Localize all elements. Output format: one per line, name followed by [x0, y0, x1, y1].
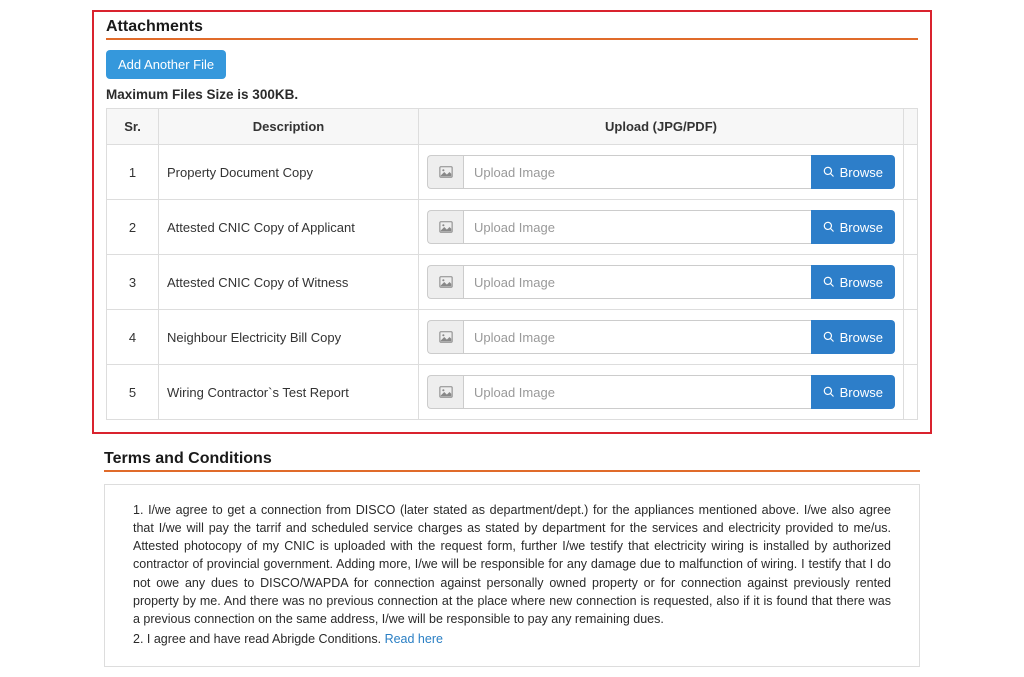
th-sr: Sr.	[107, 109, 159, 145]
browse-button[interactable]: Browse	[811, 265, 895, 299]
search-icon	[823, 331, 835, 343]
cell-sr: 3	[107, 255, 159, 310]
add-another-file-button[interactable]: Add Another File	[106, 50, 226, 79]
cell-description: Property Document Copy	[159, 145, 419, 200]
search-icon	[823, 166, 835, 178]
cell-tail	[904, 145, 918, 200]
terms-title: Terms and Conditions	[104, 450, 920, 472]
image-icon	[427, 210, 463, 244]
table-row: 5 Wiring Contractor`s Test Report Browse	[107, 365, 918, 420]
th-tail	[904, 109, 918, 145]
attachments-table: Sr. Description Upload (JPG/PDF) 1 Prope…	[106, 108, 918, 420]
cell-tail	[904, 365, 918, 420]
browse-button[interactable]: Browse	[811, 375, 895, 409]
cell-tail	[904, 310, 918, 365]
th-description: Description	[159, 109, 419, 145]
cell-upload: Browse	[419, 145, 904, 200]
search-icon	[823, 221, 835, 233]
read-here-link[interactable]: Read here	[385, 632, 443, 646]
image-icon	[427, 320, 463, 354]
cell-description: Attested CNIC Copy of Applicant	[159, 200, 419, 255]
th-upload: Upload (JPG/PDF)	[419, 109, 904, 145]
image-icon	[427, 375, 463, 409]
cell-sr: 1	[107, 145, 159, 200]
cell-upload: Browse	[419, 200, 904, 255]
search-icon	[823, 386, 835, 398]
cell-description: Attested CNIC Copy of Witness	[159, 255, 419, 310]
cell-upload: Browse	[419, 255, 904, 310]
table-row: 1 Property Document Copy Browse	[107, 145, 918, 200]
cell-upload: Browse	[419, 310, 904, 365]
terms-para1: 1. I/we agree to get a connection from D…	[133, 501, 891, 628]
upload-input[interactable]	[463, 155, 811, 189]
table-row: 3 Attested CNIC Copy of Witness Browse	[107, 255, 918, 310]
cell-sr: 2	[107, 200, 159, 255]
table-row: 2 Attested CNIC Copy of Applicant Browse	[107, 200, 918, 255]
browse-button[interactable]: Browse	[811, 320, 895, 354]
upload-input[interactable]	[463, 375, 811, 409]
cell-upload: Browse	[419, 365, 904, 420]
terms-para2: 2. I agree and have read Abrigde Conditi…	[133, 630, 891, 648]
max-size-note: Maximum Files Size is 300KB.	[106, 87, 918, 102]
cell-description: Neighbour Electricity Bill Copy	[159, 310, 419, 365]
image-icon	[427, 155, 463, 189]
cell-tail	[904, 255, 918, 310]
cell-sr: 4	[107, 310, 159, 365]
browse-button[interactable]: Browse	[811, 155, 895, 189]
upload-input[interactable]	[463, 265, 811, 299]
table-row: 4 Neighbour Electricity Bill Copy Browse	[107, 310, 918, 365]
cell-description: Wiring Contractor`s Test Report	[159, 365, 419, 420]
cell-tail	[904, 200, 918, 255]
cell-sr: 5	[107, 365, 159, 420]
upload-input[interactable]	[463, 320, 811, 354]
search-icon	[823, 276, 835, 288]
attachments-title: Attachments	[106, 18, 918, 40]
upload-input[interactable]	[463, 210, 811, 244]
image-icon	[427, 265, 463, 299]
browse-button[interactable]: Browse	[811, 210, 895, 244]
